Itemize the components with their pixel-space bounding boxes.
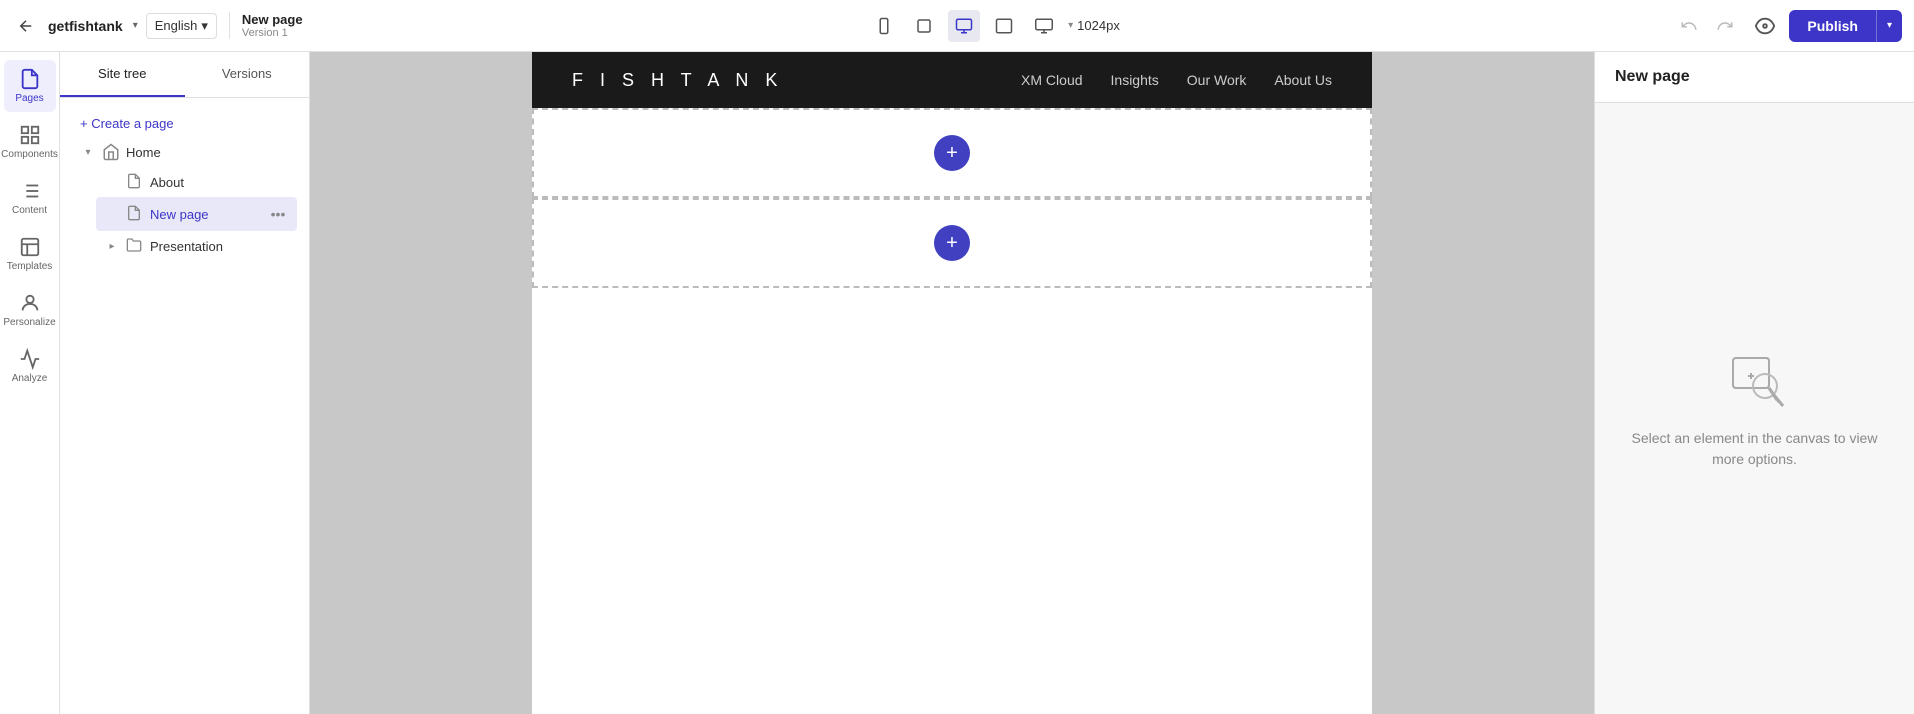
canvas-area[interactable]: F I S H T A N K XM Cloud Insights Our Wo… bbox=[310, 52, 1594, 714]
nav-about-us[interactable]: About Us bbox=[1274, 72, 1332, 88]
publish-button[interactable]: Publish bbox=[1789, 10, 1876, 42]
sidebar-item-components[interactable]: Components bbox=[4, 116, 56, 168]
redo-button[interactable] bbox=[1709, 10, 1741, 42]
tab-versions[interactable]: Versions bbox=[185, 52, 310, 97]
canvas-section-1[interactable]: + bbox=[532, 108, 1372, 198]
undo-button[interactable] bbox=[1673, 10, 1705, 42]
right-panel-body: Select an element in the canvas to view … bbox=[1595, 103, 1914, 714]
newpage-more-button[interactable]: ••• bbox=[267, 203, 289, 225]
canvas-section-2[interactable]: + bbox=[532, 198, 1372, 288]
tab-site-tree[interactable]: Site tree bbox=[60, 52, 185, 97]
site-header: F I S H T A N K XM Cloud Insights Our Wo… bbox=[532, 52, 1372, 108]
sidebar-item-content[interactable]: Content bbox=[4, 172, 56, 224]
home-label: Home bbox=[126, 145, 289, 160]
tree-item-presentation[interactable]: ▸ Presentation bbox=[96, 231, 297, 261]
sidebar-item-templates[interactable]: Templates bbox=[4, 228, 56, 280]
language-label: English bbox=[155, 18, 198, 33]
preview-button[interactable] bbox=[1749, 10, 1781, 42]
right-panel-select-icon bbox=[1723, 348, 1787, 412]
create-page-button[interactable]: + Create a page bbox=[72, 110, 297, 137]
nav-our-work[interactable]: Our Work bbox=[1187, 72, 1247, 88]
resolution-arrow-icon: ▾ bbox=[1068, 20, 1073, 31]
sidebar-analyze-label: Analyze bbox=[12, 373, 48, 384]
site-nav: XM Cloud Insights Our Work About Us bbox=[1021, 72, 1332, 88]
canvas-empty bbox=[532, 288, 1372, 708]
tree-item-home[interactable]: ▾ Home bbox=[72, 137, 297, 167]
main-area: Pages Components Content Templates Perso… bbox=[0, 52, 1914, 714]
canvas-inner: F I S H T A N K XM Cloud Insights Our Wo… bbox=[310, 52, 1594, 714]
sidebar-pages-label: Pages bbox=[15, 93, 43, 104]
about-label: About bbox=[150, 175, 289, 190]
language-selector[interactable]: English ▾ bbox=[146, 13, 217, 39]
toolbar: getfishtank ▾ English ▾ New page Version… bbox=[0, 0, 1914, 52]
right-panel-help-text: Select an element in the canvas to view … bbox=[1619, 428, 1890, 470]
device-tablet-sm-button[interactable] bbox=[908, 10, 940, 42]
home-toggle-icon[interactable]: ▾ bbox=[80, 144, 96, 160]
presentation-toggle-icon[interactable]: ▸ bbox=[104, 238, 120, 254]
newpage-page-icon bbox=[126, 205, 144, 223]
right-panel-header: New page bbox=[1595, 52, 1914, 103]
device-monitor-button[interactable] bbox=[1028, 10, 1060, 42]
left-sidebar: Pages Components Content Templates Perso… bbox=[0, 52, 60, 714]
device-mobile-button[interactable] bbox=[868, 10, 900, 42]
panel: Site tree Versions + Create a page ▾ Hom… bbox=[60, 52, 310, 714]
tree-item-new-page[interactable]: ▸ New page ••• bbox=[96, 197, 297, 231]
presentation-label: Presentation bbox=[150, 239, 289, 254]
newpage-label: New page bbox=[150, 207, 261, 222]
panel-content: + Create a page ▾ Home ▸ About bbox=[60, 98, 309, 714]
presentation-folder-icon bbox=[126, 237, 144, 255]
nav-xmcloud[interactable]: XM Cloud bbox=[1021, 72, 1082, 88]
site-logo: F I S H T A N K bbox=[572, 70, 783, 91]
about-page-icon bbox=[126, 173, 144, 191]
site-name-dropdown-arrow[interactable]: ▾ bbox=[133, 20, 138, 31]
home-children: ▸ About ▸ New page ••• ▸ bbox=[72, 167, 297, 261]
nav-insights[interactable]: Insights bbox=[1111, 72, 1159, 88]
language-arrow: ▾ bbox=[201, 18, 208, 34]
sidebar-content-label: Content bbox=[12, 205, 47, 216]
page-canvas[interactable]: F I S H T A N K XM Cloud Insights Our Wo… bbox=[532, 52, 1372, 714]
sidebar-personalize-label: Personalize bbox=[3, 317, 55, 328]
publish-button-group: Publish ▾ bbox=[1789, 10, 1902, 42]
resolution-selector[interactable]: ▾ 1024px bbox=[1068, 18, 1120, 33]
sidebar-templates-label: Templates bbox=[7, 261, 53, 272]
add-section-1-button[interactable]: + bbox=[934, 135, 970, 171]
sidebar-item-personalize[interactable]: Personalize bbox=[4, 284, 56, 336]
device-desktop-button[interactable] bbox=[948, 10, 980, 42]
toolbar-left: getfishtank ▾ English ▾ New page Version… bbox=[12, 12, 315, 40]
resolution-value: 1024px bbox=[1077, 18, 1120, 33]
sidebar-item-pages[interactable]: Pages bbox=[4, 60, 56, 112]
page-title: New page bbox=[242, 12, 303, 27]
home-page-icon bbox=[102, 143, 120, 161]
right-panel-title: New page bbox=[1615, 68, 1690, 85]
undo-redo-group bbox=[1673, 10, 1741, 42]
back-button[interactable] bbox=[12, 12, 40, 40]
sidebar-item-analyze[interactable]: Analyze bbox=[4, 340, 56, 392]
add-section-2-button[interactable]: + bbox=[934, 225, 970, 261]
sidebar-components-label: Components bbox=[1, 149, 58, 160]
device-tablet-lg-button[interactable] bbox=[988, 10, 1020, 42]
publish-dropdown-button[interactable]: ▾ bbox=[1876, 10, 1902, 42]
panel-tabs: Site tree Versions bbox=[60, 52, 309, 98]
toolbar-center: ▾ 1024px bbox=[323, 10, 1666, 42]
toolbar-right: Publish ▾ bbox=[1673, 10, 1902, 42]
tree-item-about[interactable]: ▸ About bbox=[96, 167, 297, 197]
site-name[interactable]: getfishtank bbox=[48, 18, 123, 34]
page-info: New page Version 1 bbox=[229, 12, 315, 39]
page-version: Version 1 bbox=[242, 27, 288, 39]
right-panel: New page Select an element in the canvas… bbox=[1594, 52, 1914, 714]
